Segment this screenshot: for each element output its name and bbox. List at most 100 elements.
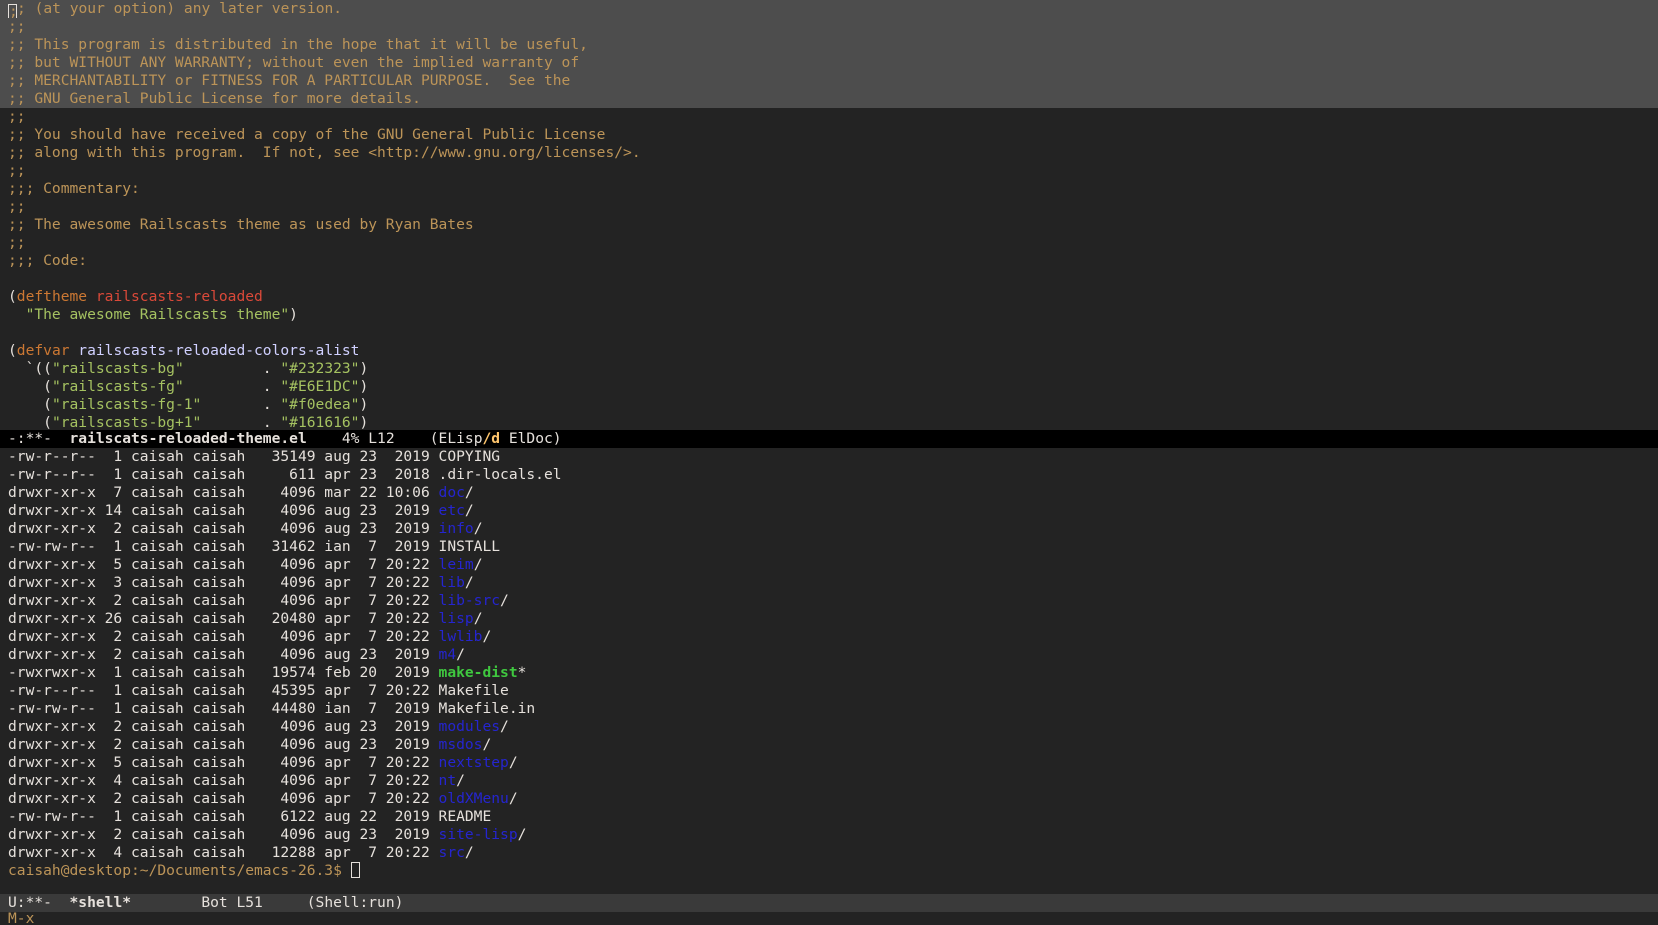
editor-line: ;; The awesome Railscasts theme as used … bbox=[0, 216, 1658, 234]
ls-directory-name: oldXMenu bbox=[438, 790, 509, 807]
modeline-shell[interactable]: U:**- *shell* Bot L51 (Shell:run) bbox=[0, 894, 1658, 912]
alist-prefix: ( bbox=[8, 414, 52, 430]
editor-line-text: ;; The awesome Railscasts theme as used … bbox=[8, 216, 474, 233]
modeline-buffer-name[interactable]: railscats-reloaded-theme.el bbox=[70, 430, 307, 447]
ls-directory-name: nt bbox=[438, 772, 457, 789]
ls-directory-name: nextstep bbox=[438, 754, 509, 771]
ls-directory-name: m4 bbox=[438, 646, 457, 663]
alist-prefix: ( bbox=[8, 378, 52, 395]
alist-suffix: ) bbox=[359, 360, 369, 377]
ls-row: drwxr-xr-x 2 caisah caisah 4096 aug 23 2… bbox=[0, 718, 1658, 736]
ls-row-suffix: / bbox=[464, 844, 474, 861]
ls-row: drwxr-xr-x 5 caisah caisah 4096 apr 7 20… bbox=[0, 556, 1658, 574]
modeline-position: 4% L12 bbox=[306, 430, 430, 447]
modeline-buffer-name[interactable]: *shell* bbox=[70, 894, 132, 911]
ls-directory-name: doc bbox=[438, 484, 465, 501]
theme-docstring: "The awesome Railscasts theme" bbox=[25, 306, 290, 323]
editor-line: ;;; Commentary: bbox=[0, 180, 1658, 198]
alist-key: "railscasts-bg" bbox=[51, 360, 184, 377]
ls-row: -rw-r--r-- 1 caisah caisah 35149 aug 23 … bbox=[0, 448, 1658, 466]
ls-row-meta: -rwxrwxr-x 1 caisah caisah 19574 feb 20 … bbox=[8, 664, 439, 681]
editor-line: ;; MERCHANTABILITY or FITNESS FOR A PART… bbox=[0, 72, 1658, 90]
ls-row-suffix: / bbox=[464, 484, 474, 501]
theme-name: railscasts-reloaded bbox=[87, 288, 263, 305]
editor-line: ;; but WITHOUT ANY WARRANTY; without eve… bbox=[0, 54, 1658, 72]
ls-row-suffix: / bbox=[500, 718, 509, 735]
alist-suffix: ) bbox=[359, 414, 369, 430]
ls-directory-name: lisp bbox=[438, 610, 474, 627]
ls-row-meta: -rw-r--r-- 1 caisah caisah 45395 apr 7 2… bbox=[8, 682, 439, 699]
ls-directory-name: src bbox=[438, 844, 465, 861]
colors-alist: `(("railscasts-bg" . "#232323") ("railsc… bbox=[0, 360, 1658, 430]
editor-line-text: ;; along with this program. If not, see … bbox=[8, 144, 641, 161]
ls-row-suffix: / bbox=[473, 610, 483, 627]
shell-prompt-line[interactable]: caisah@desktop:~/Documents/emacs-26.3$ bbox=[0, 862, 1658, 880]
alist-value: "#232323" bbox=[280, 360, 360, 377]
paren: ( bbox=[8, 288, 17, 305]
modeline-major-mode[interactable]: (ELisp bbox=[430, 430, 483, 447]
ls-row-suffix: / bbox=[517, 826, 527, 843]
editor-line-text: ;; bbox=[8, 108, 26, 125]
editor-line: ;; bbox=[0, 108, 1658, 126]
ls-row-suffix: / bbox=[482, 628, 492, 645]
ls-row-meta: drwxr-xr-x 2 caisah caisah 4096 apr 7 20… bbox=[8, 790, 439, 807]
ls-directory-name: site-lisp bbox=[438, 826, 518, 843]
ls-row-suffix: / bbox=[508, 790, 518, 807]
editor-line: ;; bbox=[0, 234, 1658, 252]
minibuffer-text[interactable]: M-x bbox=[0, 912, 1658, 925]
editor-line: ;;; Code: bbox=[0, 252, 1658, 270]
ls-row: drwxr-xr-x 2 caisah caisah 4096 aug 23 2… bbox=[0, 646, 1658, 664]
ls-row: -rwxrwxr-x 1 caisah caisah 19574 feb 20 … bbox=[0, 664, 1658, 682]
ls-row: drwxr-xr-x 5 caisah caisah 4096 apr 7 20… bbox=[0, 754, 1658, 772]
modeline-major-mode[interactable]: (Shell:run) bbox=[307, 894, 404, 911]
ls-executable-name: make-dist bbox=[438, 664, 518, 681]
ls-row: drwxr-xr-x 2 caisah caisah 4096 aug 23 2… bbox=[0, 520, 1658, 538]
ls-row-meta: drwxr-xr-x 5 caisah caisah 4096 apr 7 20… bbox=[8, 754, 439, 771]
alist-entry: ("railscasts-fg" . "#E6E1DC") bbox=[0, 378, 1658, 396]
ls-row: drwxr-xr-x 2 caisah caisah 4096 apr 7 20… bbox=[0, 592, 1658, 610]
alist-value: "#E6E1DC" bbox=[280, 378, 360, 395]
alist-dot: . bbox=[201, 414, 281, 430]
ls-row-meta: drwxr-xr-x 7 caisah caisah 4096 mar 22 1… bbox=[8, 484, 439, 501]
ls-row-meta: drwxr-xr-x 2 caisah caisah 4096 aug 23 2… bbox=[8, 646, 439, 663]
editor-comment-lines: ;; (at your option) any later version.;;… bbox=[0, 0, 1658, 288]
code-line: (deftheme railscasts-reloaded bbox=[0, 288, 1658, 306]
modeline-minor-mode[interactable]: ElDoc) bbox=[500, 430, 562, 447]
alist-entry: `(("railscasts-bg" . "#232323") bbox=[0, 360, 1658, 378]
modeline-status: U:**- bbox=[8, 894, 70, 911]
shell-window[interactable]: -rw-r--r-- 1 caisah caisah 35149 aug 23 … bbox=[0, 448, 1658, 894]
ls-row: drwxr-xr-x 7 caisah caisah 4096 mar 22 1… bbox=[0, 484, 1658, 502]
editor-window[interactable]: ;; (at your option) any later version.;;… bbox=[0, 0, 1658, 430]
ls-row: drwxr-xr-x 2 caisah caisah 4096 aug 23 2… bbox=[0, 826, 1658, 844]
ls-row-suffix: / bbox=[464, 502, 474, 519]
alist-entry: ("railscasts-fg-1" . "#f0edea") bbox=[0, 396, 1658, 414]
ls-directory-name: leim bbox=[438, 556, 474, 573]
ls-row-meta: drwxr-xr-x 2 caisah caisah 4096 aug 23 2… bbox=[8, 736, 439, 753]
ls-row: -rw-r--r-- 1 caisah caisah 45395 apr 7 2… bbox=[0, 682, 1658, 700]
editor-line-text: ;; bbox=[8, 234, 26, 251]
shell-prompt: caisah@desktop:~/Documents/emacs-26.3$ bbox=[8, 862, 351, 879]
ls-file-name: Makefile bbox=[438, 682, 509, 699]
shell-cursor bbox=[350, 862, 360, 878]
ls-row-suffix: / bbox=[456, 646, 465, 663]
editor-line: ;; along with this program. If not, see … bbox=[0, 144, 1658, 162]
modeline-editor[interactable]: -:**- railscats-reloaded-theme.el 4% L12… bbox=[0, 430, 1658, 448]
ls-row-suffix: / bbox=[473, 556, 483, 573]
ls-file-name: README bbox=[438, 808, 492, 825]
ls-row: drwxr-xr-x 2 caisah caisah 4096 aug 23 2… bbox=[0, 736, 1658, 754]
ls-row-meta: drwxr-xr-x 2 caisah caisah 4096 aug 23 2… bbox=[8, 718, 439, 735]
editor-line: ;; bbox=[0, 162, 1658, 180]
ls-row-meta: drwxr-xr-x 26 caisah caisah 20480 apr 7 … bbox=[8, 610, 439, 627]
ls-row-meta: -rw-rw-r-- 1 caisah caisah 44480 ian 7 2… bbox=[8, 700, 439, 717]
ls-row: drwxr-xr-x 26 caisah caisah 20480 apr 7 … bbox=[0, 610, 1658, 628]
editor-line-text: ;; This program is distributed in the ho… bbox=[8, 36, 588, 53]
alist-dot: . bbox=[183, 360, 281, 377]
minibuffer[interactable]: M-x bbox=[0, 912, 1658, 925]
ls-row: -rw-rw-r-- 1 caisah caisah 6122 aug 22 2… bbox=[0, 808, 1658, 826]
editor-line-text: ;;; Code: bbox=[8, 252, 88, 269]
modeline-position: Bot L51 bbox=[131, 894, 307, 911]
ls-row-meta: drwxr-xr-x 4 caisah caisah 12288 apr 7 2… bbox=[8, 844, 439, 861]
ls-file-name: Makefile.in bbox=[438, 700, 536, 717]
alist-key: "railscasts-fg" bbox=[51, 378, 184, 395]
